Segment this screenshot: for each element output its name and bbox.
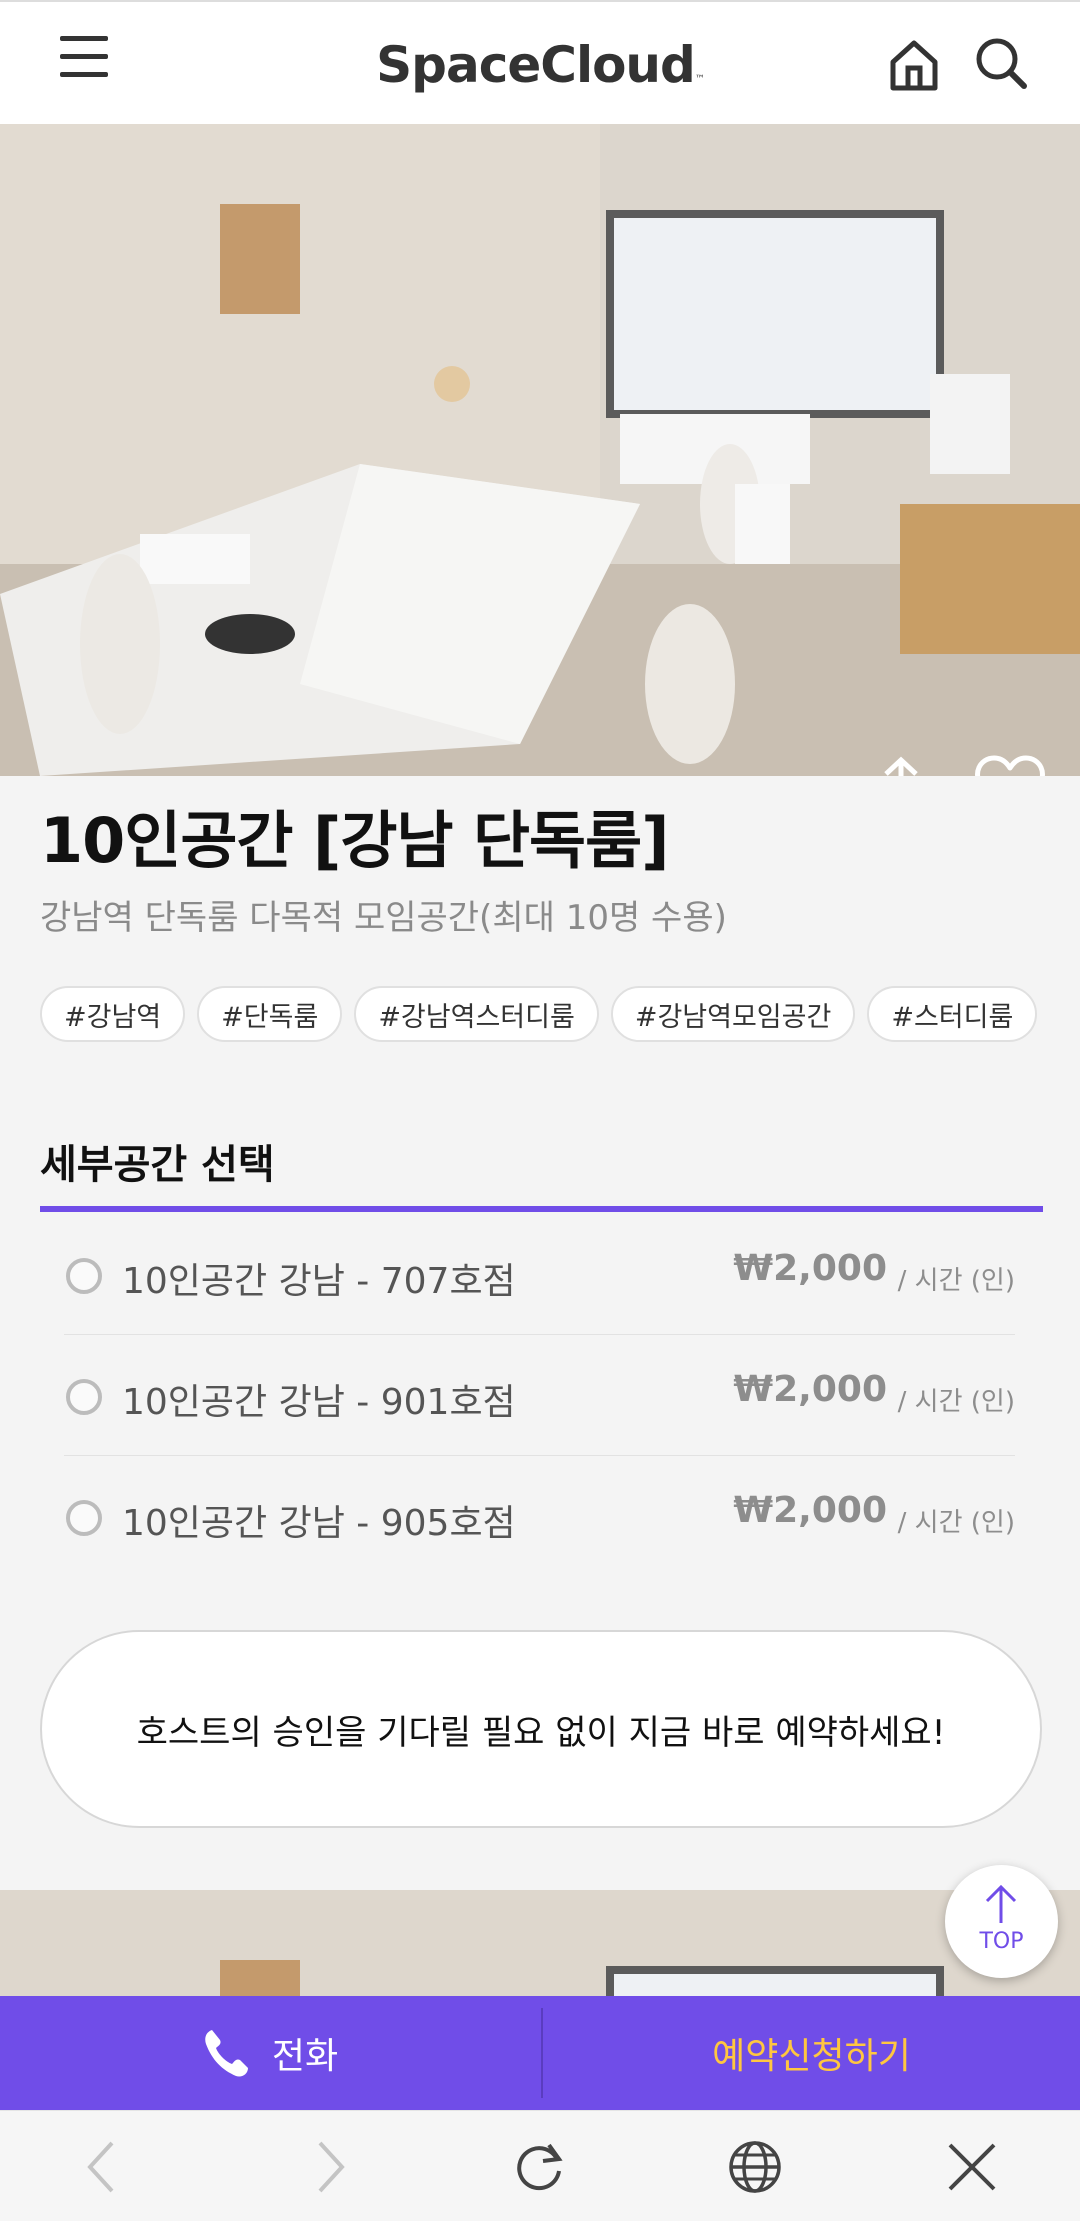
space-subtitle: 강남역 단독룸 다목적 모임공간(최대 10명 수용) xyxy=(40,898,727,938)
reload-icon[interactable] xyxy=(511,2139,567,2195)
option-price: ₩2,000 xyxy=(733,1369,887,1410)
browser-nav-bar xyxy=(0,2110,1080,2221)
tag-list: #강남역 #단독룸 #강남역스터디룸 #강남역모임공간 #스터디룸 xyxy=(40,986,1038,1042)
option-name: 10인공간 강남 - 707호점 xyxy=(122,1261,516,1302)
search-icon[interactable] xyxy=(972,34,1030,92)
subspace-option[interactable]: 10인공간 강남 - 901호점 ₩2,000 / 시간 (인) xyxy=(64,1335,1015,1456)
tag-chip[interactable]: #강남역모임공간 xyxy=(610,986,856,1042)
arrow-up-icon xyxy=(985,1884,1017,1923)
share-icon[interactable] xyxy=(868,754,934,776)
reserve-button[interactable]: 예약신청하기 xyxy=(543,1996,1080,2110)
close-icon[interactable] xyxy=(944,2139,1000,2195)
space-photo[interactable] xyxy=(0,124,1080,776)
instant-booking-notice: 호스트의 승인을 기다릴 필요 없이 지금 바로 예약하세요! xyxy=(40,1630,1042,1828)
radio-button[interactable] xyxy=(66,1258,102,1294)
space-photo-secondary xyxy=(0,1890,1080,1996)
phone-icon xyxy=(205,2030,248,2077)
globe-icon[interactable] xyxy=(727,2139,783,2195)
subspace-option-list: 10인공간 강남 - 707호점 ₩2,000 / 시간 (인) 10인공간 강… xyxy=(64,1214,1015,1577)
call-button[interactable]: 전화 xyxy=(0,1996,540,2110)
option-name: 10인공간 강남 - 905호점 xyxy=(122,1503,516,1544)
home-icon[interactable] xyxy=(885,36,943,94)
forward-icon[interactable] xyxy=(300,2139,356,2195)
heart-icon[interactable] xyxy=(974,754,1046,776)
radio-button[interactable] xyxy=(66,1500,102,1536)
subspace-section-title: 세부공간 선택 xyxy=(40,1142,275,1188)
call-label: 전화 xyxy=(271,2036,339,2077)
tag-chip[interactable]: #강남역 xyxy=(40,986,186,1042)
radio-button[interactable] xyxy=(66,1379,102,1415)
option-price-unit: / 시간 (인) xyxy=(897,1266,1015,1296)
logo-trademark: ™ xyxy=(694,74,705,85)
option-price-unit: / 시간 (인) xyxy=(897,1387,1015,1417)
scroll-top-label: TOP xyxy=(979,1929,1024,1954)
tag-chip[interactable]: #단독룸 xyxy=(197,986,343,1042)
section-divider xyxy=(40,1206,1043,1212)
option-price: ₩2,000 xyxy=(733,1490,887,1531)
top-header: SpaceCloud™ xyxy=(0,0,1080,124)
bottom-action-bar: 전화 예약신청하기 xyxy=(0,1996,1080,2110)
option-price-unit: / 시간 (인) xyxy=(897,1508,1015,1538)
subspace-option[interactable]: 10인공간 강남 - 905호점 ₩2,000 / 시간 (인) xyxy=(64,1456,1015,1577)
app-root: SpaceCloud™ 10인공간 [강남 단독룸] 강남역 단독룸 다목적 모… xyxy=(0,0,1080,2221)
space-title: 10인공간 [강남 단독룸] xyxy=(40,804,669,877)
tag-chip[interactable]: #강남역스터디룸 xyxy=(354,986,599,1042)
logo-text: SpaceCloud xyxy=(376,36,696,94)
option-price: ₩2,000 xyxy=(733,1248,887,1289)
scroll-top-button[interactable]: TOP xyxy=(945,1865,1058,1978)
subspace-option[interactable]: 10인공간 강남 - 707호점 ₩2,000 / 시간 (인) xyxy=(64,1214,1015,1335)
back-icon[interactable] xyxy=(76,2139,132,2195)
option-name: 10인공간 강남 - 901호점 xyxy=(122,1382,516,1423)
tag-chip[interactable]: #스터디룸 xyxy=(867,986,1038,1042)
